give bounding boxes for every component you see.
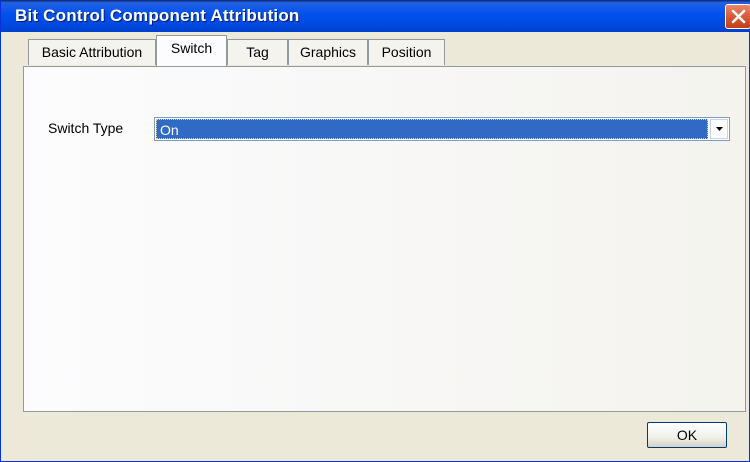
tab-position[interactable]: Position bbox=[368, 39, 445, 65]
tab-switch[interactable]: Switch bbox=[156, 35, 227, 66]
window-title: Bit Control Component Attribution bbox=[15, 6, 300, 25]
tab-tag[interactable]: Tag bbox=[227, 39, 288, 65]
dropdown-button[interactable] bbox=[710, 119, 728, 139]
tab-basic-attribution[interactable]: Basic Attribution bbox=[28, 39, 156, 65]
close-button[interactable] bbox=[725, 4, 750, 29]
tab-graphics[interactable]: Graphics bbox=[288, 39, 368, 65]
ok-button[interactable]: OK bbox=[647, 422, 727, 448]
switch-tab-panel: Switch Type On bbox=[23, 66, 746, 412]
chevron-down-icon bbox=[716, 127, 723, 131]
title-bar[interactable]: Bit Control Component Attribution bbox=[1, 0, 750, 32]
tab-strip: Basic Attribution Switch Tag Graphics Po… bbox=[1, 32, 750, 69]
switch-type-label: Switch Type bbox=[48, 120, 124, 136]
switch-type-selected-value[interactable]: On bbox=[156, 119, 708, 139]
switch-type-dropdown[interactable]: On bbox=[154, 117, 730, 141]
close-icon bbox=[731, 9, 746, 24]
dialog-window: Bit Control Component Attribution Basic … bbox=[0, 0, 750, 462]
